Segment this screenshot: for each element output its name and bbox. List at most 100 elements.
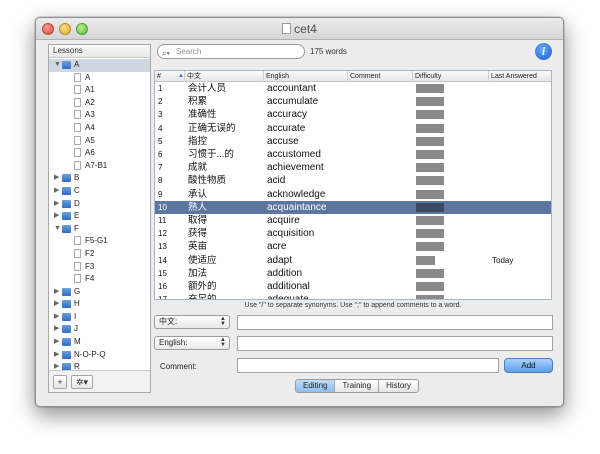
- sidebar-item-label: M: [74, 337, 81, 347]
- tab-history[interactable]: History: [379, 380, 418, 392]
- chinese-input[interactable]: [237, 315, 553, 330]
- table-row[interactable]: 15 加法 addition: [155, 267, 551, 280]
- sidebar-item-label: A: [85, 72, 91, 82]
- sidebar-item[interactable]: F4: [49, 273, 150, 286]
- search-field[interactable]: ⌕▾ Search: [157, 44, 305, 59]
- table-row[interactable]: 2 积累 accumulate: [155, 95, 551, 108]
- sidebar-item[interactable]: ▼ A: [49, 59, 150, 72]
- disclosure-open-icon[interactable]: ▼: [54, 59, 61, 72]
- folder-icon: [62, 212, 71, 221]
- col-header-difficulty[interactable]: Difficulty: [413, 71, 489, 82]
- cell-number: 4: [158, 123, 163, 133]
- col-header-zh[interactable]: 中文: [185, 71, 264, 82]
- disclosure-open-icon[interactable]: ▼: [54, 223, 61, 236]
- sidebar-item[interactable]: ▼ F: [49, 223, 150, 236]
- cell-chinese: 积累: [188, 96, 208, 108]
- sidebar-item[interactable]: A3: [49, 109, 150, 122]
- sidebar-item[interactable]: F2: [49, 248, 150, 261]
- add-button[interactable]: Add: [504, 358, 553, 373]
- sidebar-item[interactable]: ▶ C: [49, 185, 150, 198]
- folder-icon: [62, 363, 71, 370]
- sidebar-item[interactable]: ▶ M: [49, 336, 150, 349]
- disclosure-closed-icon[interactable]: ▶: [54, 185, 59, 198]
- lesson-document-icon: [74, 261, 81, 271]
- disclosure-closed-icon[interactable]: ▶: [54, 361, 59, 370]
- cell-chinese: 承认: [188, 188, 208, 200]
- sidebar-item[interactable]: A5: [49, 135, 150, 148]
- info-icon[interactable]: i: [535, 43, 552, 60]
- sidebar-item[interactable]: A6: [49, 147, 150, 160]
- cell-chinese: 成就: [188, 162, 208, 174]
- document-icon: [282, 23, 292, 34]
- tab-editing[interactable]: Editing: [296, 380, 336, 392]
- sidebar-item[interactable]: A7-B1: [49, 160, 150, 173]
- table-row[interactable]: 7 成就 achievement: [155, 161, 551, 174]
- chinese-popup-label: 中文:: [159, 317, 178, 326]
- tab-training[interactable]: Training: [335, 380, 380, 392]
- table-row[interactable]: 14 使适应 adapt Today: [155, 254, 551, 267]
- lesson-document-icon: [74, 110, 81, 120]
- table-row[interactable]: 1 会计人员 accountant: [155, 82, 551, 95]
- disclosure-closed-icon[interactable]: ▶: [54, 336, 59, 349]
- action-menu-button[interactable]: ✲▾: [71, 375, 93, 389]
- disclosure-closed-icon[interactable]: ▶: [54, 349, 59, 362]
- disclosure-closed-icon[interactable]: ▶: [54, 210, 59, 223]
- sidebar-item[interactable]: ▶ J: [49, 323, 150, 336]
- disclosure-closed-icon[interactable]: ▶: [54, 323, 59, 336]
- cell-chinese: 熟人: [188, 201, 208, 213]
- word-table[interactable]: # ▲ 中文 English Comment Difficulty Last An…: [154, 70, 552, 300]
- english-input[interactable]: [237, 336, 553, 351]
- sidebar-item[interactable]: ▶ E: [49, 210, 150, 223]
- table-row[interactable]: 16 额外的 additional: [155, 280, 551, 293]
- table-row[interactable]: 11 取得 acquire: [155, 214, 551, 227]
- cell-number: 2: [158, 97, 163, 107]
- sidebar-item[interactable]: ▶ I: [49, 311, 150, 324]
- table-row[interactable]: 6 习惯于...的 accustomed: [155, 148, 551, 161]
- disclosure-closed-icon[interactable]: ▶: [54, 298, 59, 311]
- table-row[interactable]: 10 熟人 acquaintance: [155, 200, 551, 214]
- cell-english: acquaintance: [267, 201, 327, 213]
- sidebar-item[interactable]: F5-G1: [49, 235, 150, 248]
- sidebar-item[interactable]: ▶ H: [49, 298, 150, 311]
- sidebar-item[interactable]: A2: [49, 97, 150, 110]
- chinese-field-popup[interactable]: 中文: ▲ ▼: [154, 315, 230, 329]
- disclosure-closed-icon[interactable]: ▶: [54, 198, 59, 211]
- table-row[interactable]: 5 指控 accuse: [155, 135, 551, 148]
- sidebar-item[interactable]: ▶ G: [49, 286, 150, 299]
- disclosure-closed-icon[interactable]: ▶: [54, 311, 59, 324]
- col-header-num[interactable]: # ▲: [155, 71, 185, 82]
- lesson-tree[interactable]: ▼ A A A1 A2 A3 A4 A5 A6 A7-B1 ▶ B ▶ C ▶ D ▶ E ▼ F F5-G1 F2 F3 F…: [49, 59, 150, 370]
- table-row[interactable]: 12 获得 acquisition: [155, 227, 551, 240]
- sidebar-item[interactable]: A4: [49, 122, 150, 135]
- sidebar-item[interactable]: ▶ D: [49, 198, 150, 211]
- sidebar-item-label: A2: [85, 97, 95, 107]
- table-row[interactable]: 8 酸性物质 acid: [155, 174, 551, 187]
- comment-input[interactable]: [237, 358, 499, 373]
- table-row[interactable]: 4 正确无误的 accurate: [155, 122, 551, 135]
- disclosure-closed-icon[interactable]: ▶: [54, 286, 59, 299]
- table-row[interactable]: 9 承认 acknowledge: [155, 188, 551, 201]
- sidebar-item[interactable]: ▶ R: [49, 361, 150, 370]
- sidebar-item-label: A1: [85, 85, 95, 95]
- cell-chinese: 准确性: [188, 109, 217, 121]
- disclosure-closed-icon[interactable]: ▶: [54, 172, 59, 185]
- sidebar-item[interactable]: ▶ B: [49, 172, 150, 185]
- table-body[interactable]: 1 会计人员 accountant 2 积累 accumulate 3 准确性 accuracy…: [155, 82, 551, 299]
- table-row[interactable]: 13 英亩 acre: [155, 240, 551, 253]
- add-lesson-button[interactable]: +: [53, 375, 67, 389]
- col-header-last-answered[interactable]: Last Answered: [489, 71, 551, 82]
- search-placeholder: Search: [176, 47, 202, 56]
- table-row[interactable]: 17 充足的 adequate: [155, 293, 551, 299]
- english-field-popup[interactable]: English: ▲ ▼: [154, 336, 230, 350]
- table-row[interactable]: 3 准确性 accuracy: [155, 108, 551, 121]
- col-header-comment[interactable]: Comment: [348, 71, 413, 82]
- window-title: cet4: [36, 22, 563, 36]
- sidebar-item[interactable]: A1: [49, 84, 150, 97]
- cell-english: accustomed: [267, 149, 321, 160]
- sidebar-item[interactable]: A: [49, 72, 150, 85]
- sidebar-item[interactable]: F3: [49, 261, 150, 274]
- col-header-en[interactable]: English: [264, 71, 348, 82]
- sidebar-item[interactable]: ▶ N-O-P-Q: [49, 349, 150, 362]
- difficulty-bar: [416, 163, 444, 173]
- col-num-label: #: [157, 73, 161, 80]
